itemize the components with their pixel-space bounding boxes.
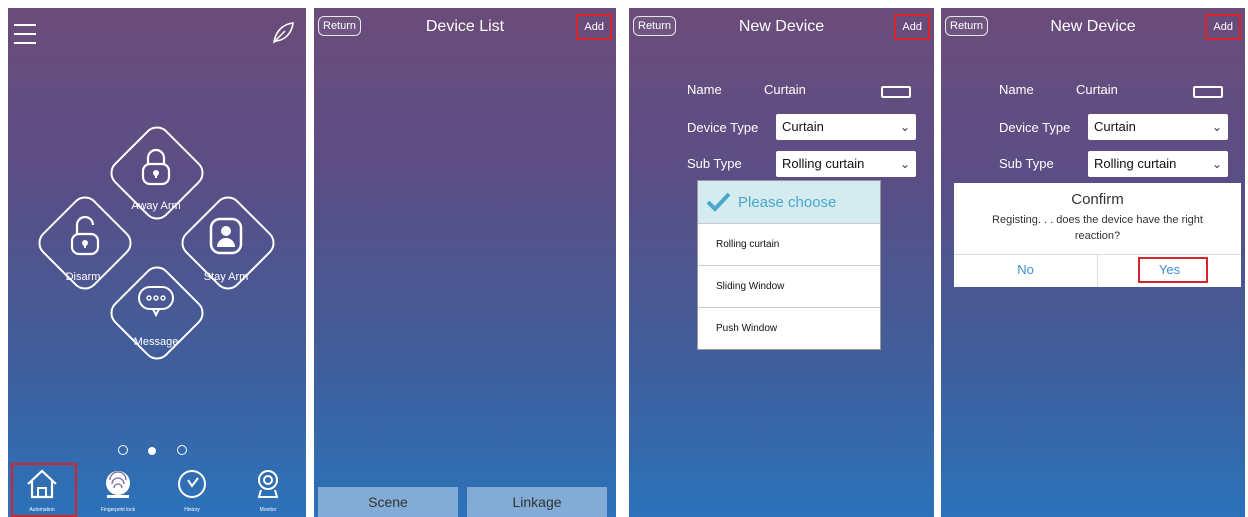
nav-history[interactable]: History	[168, 468, 216, 513]
fingerprint-icon	[106, 471, 130, 498]
chevron-down-icon: ⌄	[1211, 157, 1222, 171]
sub-type-value: Rolling curtain	[782, 156, 865, 171]
sub-type-value: Rolling curtain	[1094, 156, 1177, 171]
dropdown-header-text: Please choose	[738, 193, 837, 211]
keyboard-icon[interactable]	[881, 86, 911, 98]
away-arm-label: Away Arm	[131, 200, 181, 212]
page-title: New Device	[738, 18, 825, 35]
device-type-select[interactable]: Curtain ⌄	[776, 114, 916, 140]
dialog-message: Registing. . . does the device have the …	[992, 214, 1203, 242]
check-icon	[706, 192, 731, 212]
add-button[interactable]: Add	[894, 14, 930, 40]
sub-type-label: Sub Type	[687, 156, 742, 171]
chevron-down-icon: ⌄	[899, 120, 910, 134]
device-type-label: Device Type	[687, 120, 759, 135]
page-title: Device List	[425, 18, 505, 35]
sub-type-select[interactable]: Rolling curtain ⌄	[1088, 151, 1228, 177]
device-type-label: Device Type	[999, 120, 1071, 135]
sub-type-label: Sub Type	[999, 156, 1054, 171]
page-title: New Device	[1050, 18, 1136, 35]
dropdown-option-push-window[interactable]: Push Window	[698, 307, 880, 349]
stay-arm-label: Stay Arm	[203, 271, 249, 283]
clock-icon	[178, 470, 206, 498]
add-button[interactable]: Add	[1205, 14, 1241, 40]
name-value[interactable]: Curtain	[1076, 82, 1118, 97]
dialog-buttons: No Yes	[954, 254, 1241, 287]
sub-type-select[interactable]: Rolling curtain ⌄	[776, 151, 916, 177]
page-dot[interactable]	[176, 445, 187, 455]
dialog-title: Confirm	[1071, 191, 1124, 208]
lock-icon	[139, 148, 173, 191]
dropdown-option-rolling-curtain[interactable]: Rolling curtain	[698, 223, 880, 265]
home-icon	[27, 469, 57, 499]
sub-type-dropdown: Please choose Rolling curtain Sliding Wi…	[697, 180, 881, 350]
unlock-icon	[68, 215, 102, 261]
chevron-down-icon: ⌄	[1211, 120, 1222, 134]
name-value[interactable]: Curtain	[764, 82, 806, 97]
nav-label: Automation	[29, 507, 55, 513]
page-dot[interactable]	[118, 445, 128, 455]
keyboard-icon[interactable]	[1193, 86, 1223, 98]
yes-button[interactable]: Yes	[1098, 255, 1241, 287]
home-screen: Away Arm Disarm Stay Arm Message Automat…	[8, 8, 306, 517]
name-label: Name	[687, 82, 722, 97]
tab-scene[interactable]: Scene	[318, 487, 458, 517]
nav-automation[interactable]: Automation	[18, 468, 66, 513]
device-list-screen: Return Device List Add Scene Linkage	[314, 8, 616, 517]
new-device-confirm-screen: Return New Device Add Name Curtain Devic…	[941, 8, 1245, 517]
chat-bubble-icon	[136, 284, 176, 323]
name-label: Name	[999, 82, 1034, 97]
camera-icon	[257, 470, 279, 498]
dropdown-option-sliding-window[interactable]: Sliding Window	[698, 265, 880, 307]
yes-highlight	[1138, 257, 1208, 283]
nav-label: History	[184, 507, 200, 513]
device-type-value: Curtain	[782, 119, 824, 134]
new-device-screen: Return New Device Add Name Curtain Devic…	[629, 8, 934, 517]
disarm-label: Disarm	[65, 271, 101, 283]
device-type-value: Curtain	[1094, 119, 1136, 134]
confirm-dialog: Confirm Registing. . . does the device h…	[954, 183, 1241, 287]
device-type-select[interactable]: Curtain ⌄	[1088, 114, 1228, 140]
nav-label: Fingerprint lock	[100, 507, 136, 513]
nav-fingerprint-lock[interactable]: Fingerprint lock	[94, 468, 142, 513]
message-label: Message	[133, 336, 179, 348]
nav-label: Monitor	[259, 507, 277, 513]
person-shield-icon	[208, 216, 244, 261]
tab-linkage[interactable]: Linkage	[467, 487, 607, 517]
chevron-down-icon: ⌄	[899, 157, 910, 171]
leaf-icon[interactable]	[270, 20, 296, 51]
no-button[interactable]: No	[954, 255, 1098, 287]
nav-monitor[interactable]: Monitor	[244, 468, 292, 513]
page-dot-active[interactable]	[148, 447, 157, 455]
dropdown-header: Please choose	[698, 181, 880, 223]
page-indicator	[118, 442, 203, 460]
add-button[interactable]: Add	[576, 14, 612, 40]
menu-icon[interactable]	[14, 24, 36, 51]
